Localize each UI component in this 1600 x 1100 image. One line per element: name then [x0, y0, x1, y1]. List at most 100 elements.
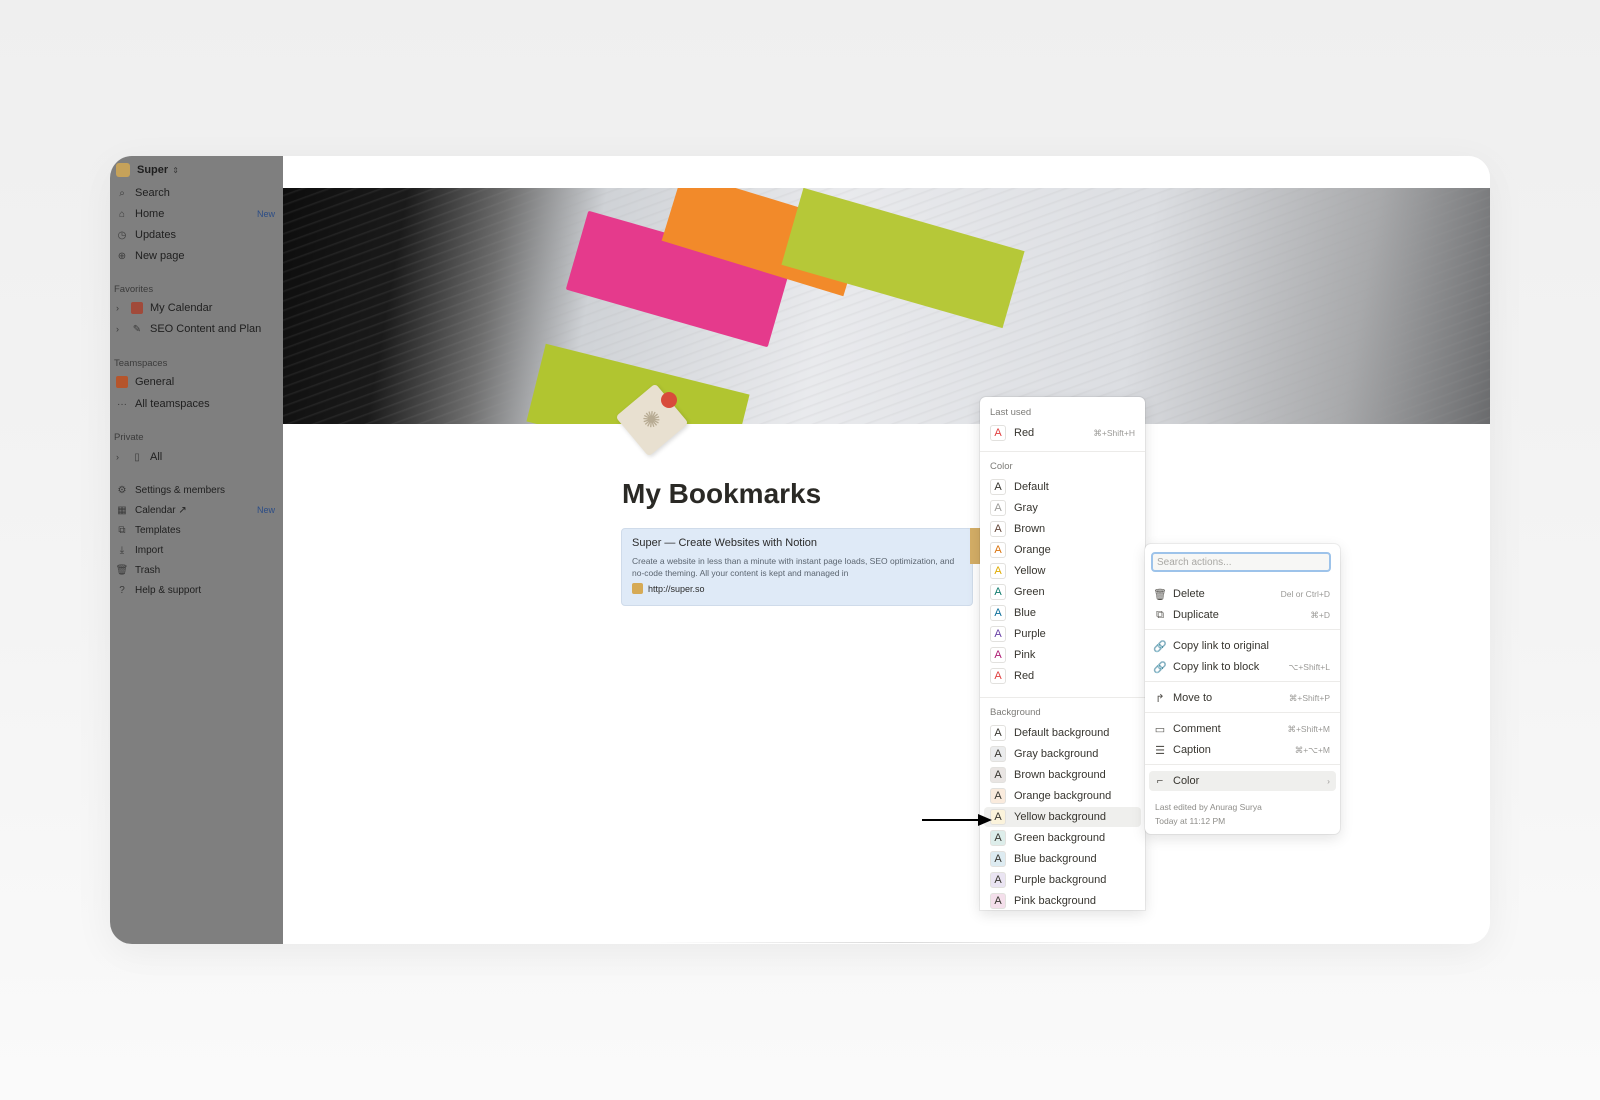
teamspace-home-icon	[116, 376, 128, 388]
action-label: Delete	[1173, 588, 1205, 600]
text-color-swatch-icon: A	[990, 647, 1006, 663]
action-label: Color	[1173, 775, 1200, 787]
action-color[interactable]: ⌐ Color ›	[1149, 771, 1336, 791]
sidebar-item-import[interactable]: ⤓ Import	[116, 540, 275, 560]
color-option-yellow[interactable]: A Yellow	[984, 561, 1141, 581]
color-option-blue[interactable]: A Blue	[984, 603, 1141, 623]
action-delete[interactable]: 🗑 Delete Del or Ctrl+D	[1149, 584, 1336, 604]
action-copy-link-to-original[interactable]: 🔗 Copy link to original	[1149, 636, 1336, 656]
teamspaces-heading: Teamspaces	[114, 358, 168, 369]
action-caption[interactable]: ☰ Caption ⌘+⌥+M	[1149, 740, 1336, 760]
caption-icon: ☰	[1155, 744, 1165, 757]
link-icon: 🔗	[1153, 661, 1167, 674]
text-color-swatch-icon: A	[990, 521, 1006, 537]
sidebar-item-my-calendar[interactable]: › My Calendar	[116, 298, 275, 318]
action-comment[interactable]: ▭ Comment ⌘+Shift+M	[1149, 719, 1336, 739]
sidebar-item-trash[interactable]: 🗑 Trash	[116, 560, 275, 580]
sidebar-item-general[interactable]: General	[116, 372, 275, 392]
color-option-orange[interactable]: A Orange	[984, 540, 1141, 560]
last-edited-by: Last edited by Anurag Surya	[1155, 802, 1262, 812]
sidebar-item-label: All teamspaces	[135, 398, 210, 410]
color-option-label: Green	[1014, 586, 1045, 598]
divider	[980, 451, 1145, 452]
bookmark-block[interactable]: Super — Create Websites with Notion Crea…	[621, 528, 973, 606]
background-option-orange-background[interactable]: A Orange background	[984, 786, 1141, 806]
sidebar-item-label: Import	[135, 544, 164, 556]
color-option-pink[interactable]: A Pink	[984, 645, 1141, 665]
sidebar-item-label: New page	[135, 250, 185, 262]
shortcut-hint: ⌘+Shift+H	[1093, 427, 1135, 438]
color-option-gray[interactable]: A Gray	[984, 498, 1141, 518]
color-option-label: Red	[1014, 670, 1035, 682]
color-option-label: Default	[1014, 481, 1049, 493]
background-option-yellow-background[interactable]: A Yellow background	[984, 807, 1141, 827]
background-option-blue-background[interactable]: A Blue background	[984, 849, 1141, 869]
sidebar-item-new-page[interactable]: ⊕ New page	[116, 246, 275, 266]
cover-image[interactable]	[283, 188, 1490, 424]
sidebar-item-search[interactable]: ⌕ Search	[116, 183, 275, 203]
sidebar-item-home[interactable]: ⌂ Home New	[116, 204, 275, 224]
color-option-red[interactable]: A Red	[984, 666, 1141, 686]
chevron-updown-icon: ⇕	[172, 165, 179, 175]
sidebar-item-updates[interactable]: ◷ Updates	[116, 225, 275, 245]
background-color-swatch-icon: A	[990, 788, 1006, 804]
text-color-swatch-icon: A	[990, 425, 1006, 441]
trash-icon: 🗑	[115, 564, 129, 576]
link-icon: 🔗	[1153, 640, 1167, 653]
background-option-brown-background[interactable]: A Brown background	[984, 765, 1141, 785]
sidebar-item-all-teamspaces[interactable]: ··· All teamspaces	[116, 394, 275, 414]
action-move-to[interactable]: ↱ Move to ⌘+Shift+P	[1149, 688, 1336, 708]
color-option-default[interactable]: A Default	[984, 477, 1141, 497]
color-option-last-used-red[interactable]: A Red ⌘+Shift+H	[984, 423, 1141, 443]
background-option-purple-background[interactable]: A Purple background	[984, 870, 1141, 890]
page-title[interactable]: My Bookmarks	[622, 478, 821, 510]
action-label: Copy link to block	[1173, 661, 1260, 673]
action-duplicate[interactable]: ⧉ Duplicate ⌘+D	[1149, 605, 1336, 625]
text-color-swatch-icon: A	[990, 626, 1006, 642]
sidebar-item-settings[interactable]: ⚙ Settings & members	[116, 480, 275, 500]
action-copy-link-to-block[interactable]: 🔗 Copy link to block ⌥+Shift+L	[1149, 657, 1336, 677]
color-option-label: Pink	[1014, 649, 1036, 661]
background-color-swatch-icon: A	[990, 872, 1006, 888]
color-option-purple[interactable]: A Purple	[984, 624, 1141, 644]
sidebar-item-label: Trash	[135, 564, 161, 576]
background-option-green-background[interactable]: A Green background	[984, 828, 1141, 848]
background-option-label: Blue background	[1014, 853, 1097, 865]
background-option-pink-background[interactable]: A Pink background	[984, 891, 1141, 910]
favorites-heading: Favorites	[114, 284, 154, 295]
background-color-swatch-icon: A	[990, 851, 1006, 867]
arrow-right-icon: ↱	[1155, 692, 1165, 705]
text-color-swatch-icon: A	[990, 563, 1006, 579]
action-label: Caption	[1173, 744, 1211, 756]
sidebar-item-seo-content[interactable]: › ✎ SEO Content and Plan	[116, 319, 275, 339]
color-heading: Color	[990, 461, 1013, 472]
sidebar-item-all[interactable]: › ▯ All	[116, 447, 275, 467]
last-edited-time: Today at 11:12 PM	[1155, 816, 1226, 826]
color-option-label: Gray	[1014, 502, 1038, 514]
background-heading: Background	[990, 707, 1041, 718]
sidebar-item-calendar[interactable]: ▦ Calendar ↗ New	[116, 500, 275, 520]
sidebar-item-label: General	[135, 376, 175, 388]
sidebar-item-templates[interactable]: ⧉ Templates	[116, 520, 275, 540]
text-color-swatch-icon: A	[990, 479, 1006, 495]
background-option-default-background[interactable]: A Default background	[984, 723, 1141, 743]
plus-circle-icon: ⊕	[117, 250, 127, 262]
background-option-label: Pink background	[1014, 895, 1096, 907]
workspace-switcher[interactable]: Super ⇕	[116, 160, 275, 180]
chevron-right-icon: ›	[116, 303, 119, 313]
sidebar-item-label: Home	[135, 208, 165, 220]
sidebar-item-label: Help & support	[135, 584, 202, 596]
color-option-brown[interactable]: A Brown	[984, 519, 1141, 539]
search-actions-input[interactable]	[1151, 552, 1331, 572]
last-used-heading: Last used	[990, 407, 1032, 418]
background-option-label: Brown background	[1014, 769, 1106, 781]
color-option-green[interactable]: A Green	[984, 582, 1141, 602]
action-label: Move to	[1173, 692, 1213, 704]
last-edited-info: Last edited by Anurag Surya Today at 11:…	[1155, 800, 1262, 828]
sidebar-item-help[interactable]: ? Help & support	[116, 580, 275, 600]
background-option-gray-background[interactable]: A Gray background	[984, 744, 1141, 764]
action-label: Duplicate	[1173, 609, 1219, 621]
background-color-swatch-icon: A	[990, 893, 1006, 909]
background-option-label: Orange background	[1014, 790, 1112, 802]
block-actions-menu: 🗑 Delete Del or Ctrl+D ⧉ Duplicate ⌘+D 🔗 Copy l…	[1145, 544, 1340, 834]
